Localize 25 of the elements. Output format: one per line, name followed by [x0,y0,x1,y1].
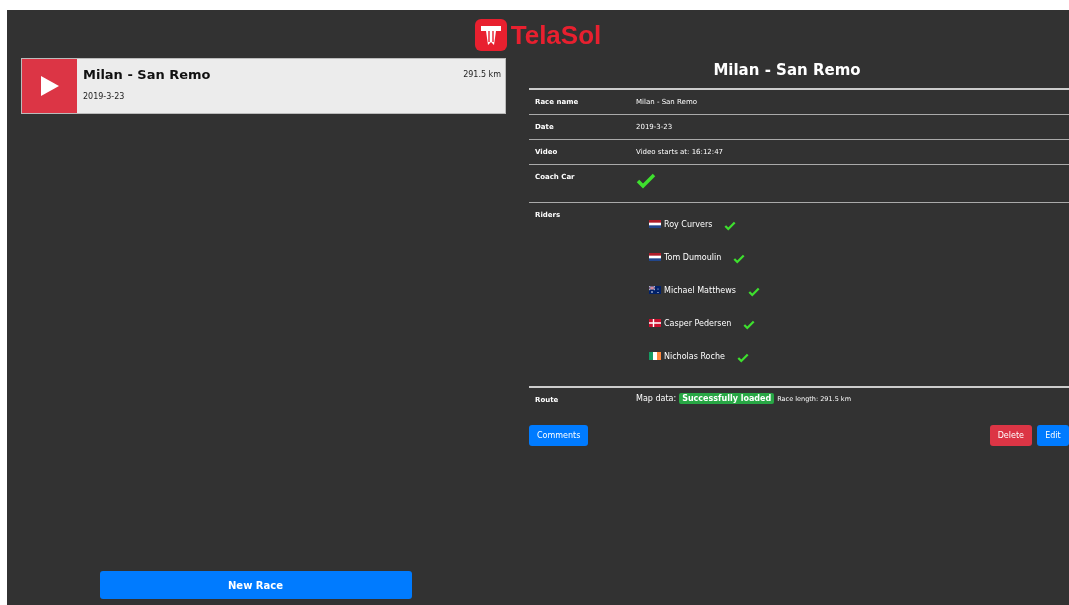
edit-button[interactable]: Edit [1037,425,1069,446]
flag-icon [649,220,661,228]
status-badge: Successfully loaded [679,393,775,404]
race-name: Milan - San Remo [83,67,211,82]
race-date: 2019-3-23 [83,92,126,101]
rider-name: Casper Pedersen [664,318,732,328]
race-title: Milan - San Remo [712,61,862,79]
flag-icon [649,253,661,261]
play-icon [40,76,59,96]
rider-name: Tom Dumoulin [664,252,722,262]
race-card[interactable]: Milan - San Remo 291.5 km 2019-3-23 [21,58,506,114]
map-data-label: Map data: [636,394,677,403]
rider-name: Nicholas Roche [664,351,725,361]
logo-icon [474,19,507,51]
rider-name: Michael Matthews [664,285,736,295]
play-button[interactable] [22,59,77,113]
rider-name: Roy Curvers [664,219,713,229]
logo-text: TelaSol [510,19,602,51]
flag-icon [649,319,661,327]
new-race-button[interactable]: New Race [99,571,412,599]
comments-button[interactable]: Comments [529,425,589,446]
race-distance: 291.5 km [463,70,501,79]
flag-icon [649,352,661,360]
delete-button[interactable]: Delete [989,425,1032,446]
flag-icon [649,286,661,294]
